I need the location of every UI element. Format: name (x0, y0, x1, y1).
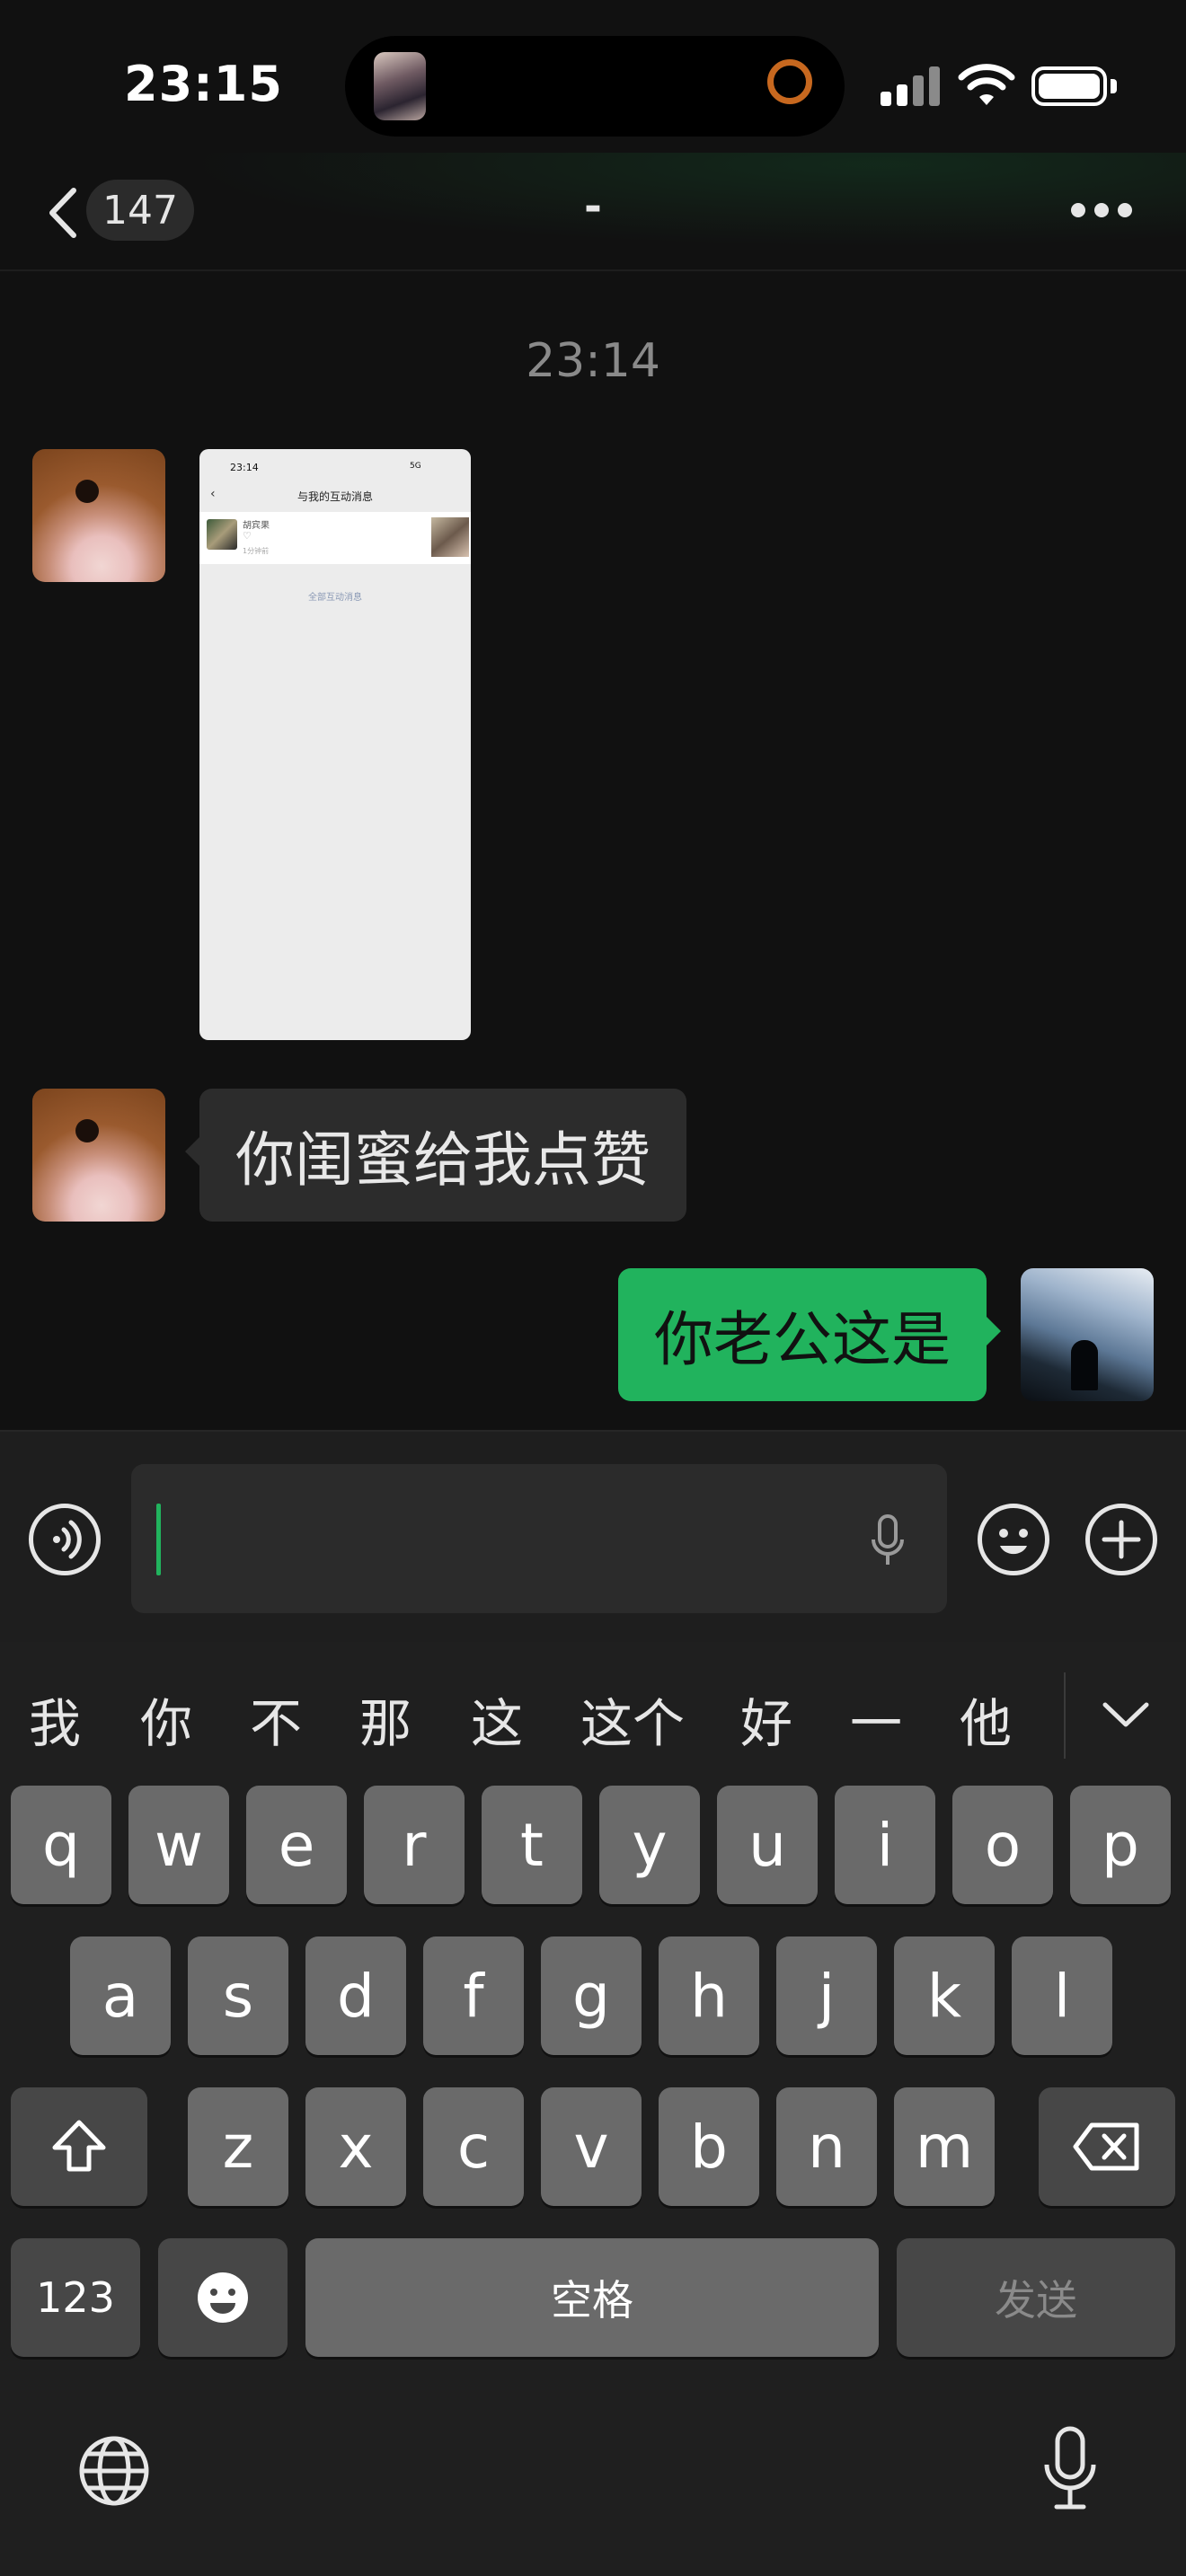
microphone-icon[interactable] (870, 1514, 906, 1568)
key-x[interactable]: x (305, 2087, 406, 2206)
key-o[interactable]: o (952, 1786, 1053, 1904)
key-m[interactable]: m (894, 2087, 995, 2206)
chat-header: 147 - (0, 153, 1186, 271)
incoming-message-bubble[interactable]: 你闺蜜给我点赞 (185, 1089, 686, 1222)
shift-arrow-icon (52, 2120, 106, 2172)
delete-key[interactable] (1039, 2087, 1175, 2206)
key-u[interactable]: u (717, 1786, 818, 1904)
key-f[interactable]: f (423, 1936, 524, 2055)
contact-avatar[interactable] (32, 449, 165, 582)
activity-ring-icon (767, 59, 812, 104)
key-d[interactable]: d (305, 1936, 406, 2055)
screenshot-image-message[interactable]: 23:14 5G ‹ 与我的互动消息 胡宾果 ♡ 1分钟前 全部互动消息 (199, 449, 471, 1040)
candidate-word[interactable]: 这 (471, 1681, 523, 1757)
candidate-word[interactable]: 一 (850, 1681, 902, 1757)
screenshot-avatar (207, 519, 237, 550)
message-timestamp: 23:14 (526, 334, 660, 388)
key-s[interactable]: s (188, 1936, 288, 2055)
screenshot-footer-link: 全部互动消息 (308, 593, 362, 603)
key-n[interactable]: n (776, 2087, 877, 2206)
plus-icon (1102, 1520, 1141, 1559)
key-q[interactable]: q (11, 1786, 111, 1904)
candidate-word[interactable]: 好 (740, 1681, 792, 1757)
key-c[interactable]: c (423, 2087, 524, 2206)
candidate-bar: 我 你 不 那 这 这个 好 一 他 (0, 1642, 1186, 1786)
chat-title: - (584, 181, 602, 232)
status-time: 23:15 (124, 56, 283, 112)
key-a[interactable]: a (70, 1936, 171, 2055)
key-r[interactable]: r (364, 1786, 465, 1904)
wifi-icon (958, 64, 1015, 105)
message-text-input[interactable] (131, 1464, 947, 1613)
message-input-bar (0, 1430, 1186, 1644)
voice-mode-button[interactable] (29, 1504, 101, 1575)
key-e[interactable]: e (246, 1786, 347, 1904)
key-w[interactable]: w (128, 1786, 229, 1904)
key-l[interactable]: l (1012, 1936, 1112, 2055)
emoji-key[interactable] (158, 2238, 288, 2357)
screenshot-thumbnail (431, 517, 469, 557)
screenshot-time-ago: 1分钟前 (243, 547, 270, 555)
smiley-icon (999, 1529, 1028, 1555)
send-key[interactable]: 发送 (897, 2238, 1175, 2357)
globe-icon[interactable] (77, 2434, 151, 2508)
keyboard: 我 你 不 那 这 这个 好 一 他 q w e r t y u i o p a… (0, 1642, 1186, 2576)
candidate-word[interactable]: 我 (29, 1681, 81, 1757)
shift-key[interactable] (11, 2087, 147, 2206)
heart-icon: ♡ (243, 530, 252, 542)
back-chevron-icon[interactable] (45, 187, 81, 239)
key-g[interactable]: g (541, 1936, 642, 2055)
key-z[interactable]: z (188, 2087, 288, 2206)
more-options-icon[interactable] (1071, 203, 1134, 221)
space-key[interactable]: 空格 (305, 2238, 879, 2357)
screenshot-signal: 5G (410, 462, 421, 471)
backspace-icon (1073, 2122, 1139, 2171)
contact-avatar[interactable] (32, 1089, 165, 1222)
candidate-divider (1064, 1672, 1066, 1759)
more-functions-button[interactable] (1085, 1504, 1157, 1575)
candidate-word[interactable]: 这个 (580, 1681, 685, 1757)
unread-count-badge[interactable]: 147 (86, 180, 194, 241)
key-y[interactable]: y (599, 1786, 700, 1904)
key-h[interactable]: h (659, 1936, 759, 2055)
key-b[interactable]: b (659, 2087, 759, 2206)
emoji-button[interactable] (978, 1504, 1049, 1575)
cellular-signal-icon (881, 66, 943, 106)
key-t[interactable]: t (482, 1786, 582, 1904)
now-playing-artwork (374, 52, 426, 120)
screenshot-name: 胡宾果 (243, 521, 270, 531)
candidate-word[interactable]: 你 (140, 1681, 192, 1757)
key-j[interactable]: j (776, 1936, 877, 2055)
numbers-key[interactable]: 123 (11, 2238, 140, 2357)
key-i[interactable]: i (835, 1786, 935, 1904)
screenshot-time: 23:14 (230, 462, 259, 473)
dictation-microphone-icon[interactable] (1042, 2425, 1098, 2511)
text-caret (156, 1504, 161, 1575)
dynamic-island[interactable] (345, 36, 845, 137)
battery-icon (1031, 66, 1118, 106)
screenshot-list-item: 胡宾果 ♡ 1分钟前 (199, 512, 471, 564)
candidate-word[interactable]: 他 (960, 1681, 1012, 1757)
candidate-word[interactable]: 不 (250, 1681, 302, 1757)
emoji-face-icon (198, 2272, 248, 2323)
my-avatar[interactable] (1021, 1268, 1154, 1401)
outgoing-message-bubble[interactable]: 你老公这是 (618, 1268, 1001, 1401)
candidate-word[interactable]: 那 (359, 1681, 412, 1757)
screenshot-title: 与我的互动消息 (296, 490, 373, 503)
status-bar: 23:15 (0, 0, 1186, 153)
chevron-down-icon[interactable] (1102, 1699, 1150, 1730)
key-v[interactable]: v (541, 2087, 642, 2206)
voice-wave-icon (53, 1520, 82, 1559)
key-p[interactable]: p (1070, 1786, 1171, 1904)
key-k[interactable]: k (894, 1936, 995, 2055)
